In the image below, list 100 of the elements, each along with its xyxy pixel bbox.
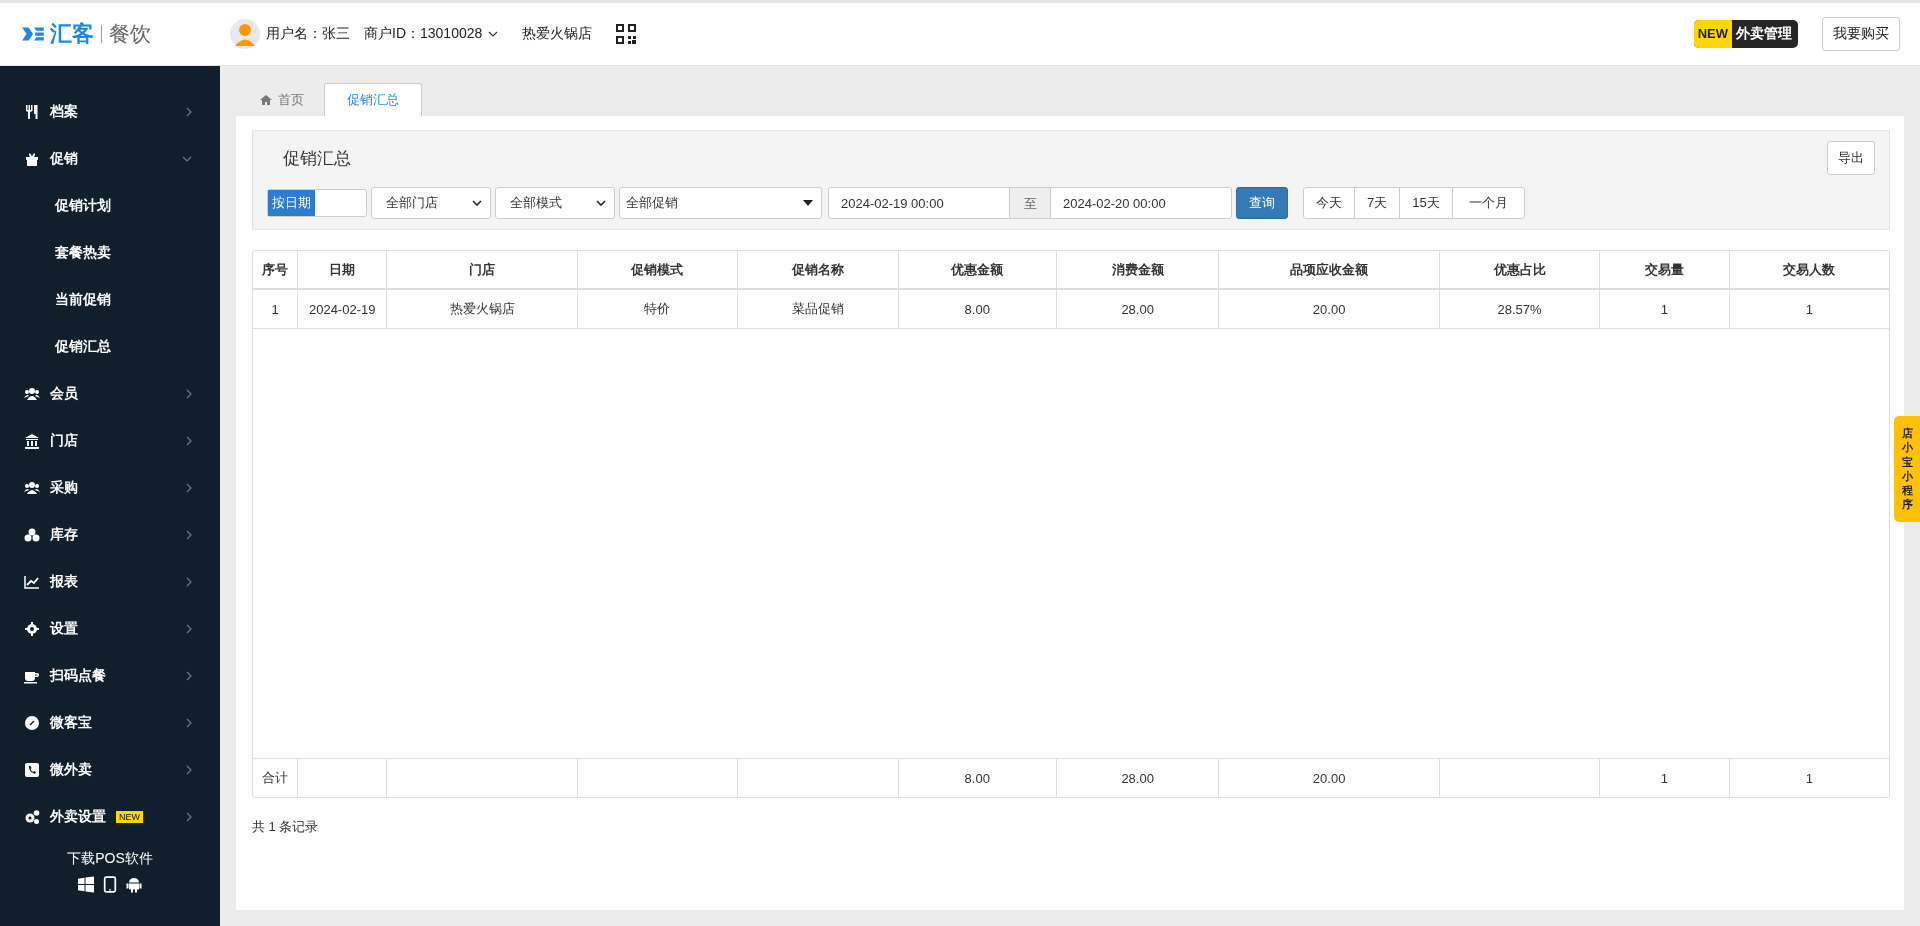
sidebar-label: 扫码点餐 [50,666,106,685]
sidebar-label: 门店 [50,431,78,450]
avatar-icon [230,19,260,49]
tab-label: 首页 [278,90,304,109]
sidebar-label: 会员 [50,384,78,403]
sidebar-subitem[interactable]: 促销计划 [0,182,220,229]
sidebar-subitem[interactable]: 当前促销 [0,276,220,323]
takeout-management-button[interactable]: NEW 外卖管理 [1693,20,1798,48]
new-badge: NEW [116,810,143,823]
tab[interactable]: 促销汇总 [324,83,422,116]
sidebar-item[interactable]: 库存 [0,511,220,558]
export-button[interactable]: 导出 [1827,141,1875,175]
sidebar-item[interactable]: 促销 [0,135,220,182]
table-cell: 2024-02-19 [308,301,376,317]
total-label: 合计 [262,769,289,787]
user-name: 用户名：张三 [266,25,350,43]
table-cell: 1 [271,301,279,317]
dropdown[interactable]: 全部门店 [371,187,491,219]
buy-button[interactable]: 我要购买 [1822,17,1900,51]
column-header: 序号 [261,260,290,279]
sidebar-label: 采购 [50,478,78,497]
date-mode-toggle[interactable]: 按日期 [267,189,367,217]
chevron-down-icon[interactable] [488,31,499,37]
sidebar-subitem[interactable]: 套餐热卖 [0,229,220,276]
table-cell: 1 [1805,301,1813,317]
dropdown[interactable]: 全部模式 [495,187,615,219]
range-separator: 至 [1010,187,1050,219]
sidebar-item[interactable]: 外卖设置 NEW [0,793,220,840]
chevron-down-icon [596,200,606,206]
sidebar-item[interactable]: 档案 [0,88,220,135]
column-header: 促销名称 [737,251,898,288]
query-button[interactable]: 查询 [1236,187,1288,219]
quick-range-button[interactable]: 15天 [1399,187,1453,219]
column-header: 优惠占比 [1438,251,1600,288]
total-cell: 1 [1805,770,1813,786]
sidebar-item[interactable]: 设置 [0,605,220,652]
new-badge: NEW [1693,20,1732,48]
merchant-id[interactable]: 商户ID：13010028 [364,25,483,43]
dropdown-value: 全部门店 [386,194,438,212]
tab-label: 促销汇总 [347,91,399,109]
sidebar-label: 外卖设置 [50,807,106,826]
column-header: 门店 [386,251,577,288]
dropdown-value: 全部促销 [626,194,678,212]
tab[interactable]: 首页 [248,83,324,116]
sidebar-item[interactable]: 微客宝 [0,699,220,746]
phone-icon [24,761,40,778]
sidebar-item[interactable]: 门店 [0,417,220,464]
dropdown[interactable]: 全部促销 [619,187,822,219]
sidebar-label: 库存 [50,525,78,544]
table-cell: 28.57% [1497,301,1542,317]
sidebar-label: 微客宝 [50,713,92,732]
caret-down-icon [803,200,813,206]
brand-name: 汇客 [50,20,94,48]
end-date-field[interactable]: 2024-02-20 00:00 [1050,187,1232,219]
start-date-field[interactable]: 2024-02-19 00:00 [828,187,1010,219]
table-cell: 20.00 [1312,301,1346,317]
sidebar-label: 设置 [50,619,78,638]
users-icon [24,479,40,496]
product-name: 餐饮 [109,21,151,47]
android-icon[interactable] [126,876,142,893]
quick-range-button[interactable]: 7天 [1354,187,1401,219]
column-header: 品项应收金额 [1218,251,1439,288]
toggle-label: 按日期 [268,190,315,216]
chart-icon [24,573,40,590]
sidebar-item[interactable]: 报表 [0,558,220,605]
sidebar-item[interactable]: 会员 [0,370,220,417]
table-cell: 热爱火锅店 [449,300,515,318]
total-cell: 1 [1660,770,1669,786]
quick-range-button[interactable]: 一个月 [1451,187,1525,219]
total-cell: 8.00 [964,770,990,786]
tablet-icon[interactable] [102,876,118,893]
qr-code-icon[interactable] [616,24,637,44]
column-header: 消费金额 [1055,251,1219,288]
store-name: 热爱火锅店 [522,25,593,43]
sidebar-item[interactable]: 微外卖 [0,746,220,793]
mini-program-side-tab[interactable]: 店小宝小程序 [1894,416,1920,522]
table-cell: 特价 [644,300,671,318]
table-cell: 1 [1660,301,1669,317]
dropdown-value: 全部模式 [510,194,562,212]
sidebar-subitem[interactable]: 促销汇总 [0,323,220,370]
users-icon [24,385,40,402]
column-header: 优惠金额 [897,251,1056,288]
sidebar-item[interactable]: 采购 [0,464,220,511]
column-header: 交易人数 [1728,251,1889,288]
table-cell: 菜品促销 [791,300,844,318]
quick-range-button[interactable]: 今天 [1303,187,1355,219]
sidebar-label: 促销 [50,149,78,168]
windows-icon[interactable] [78,876,94,893]
table-cell: 28.00 [1121,301,1154,317]
cubes-icon [24,526,40,543]
sidebar-label: 档案 [50,102,78,121]
sidebar-label: 微外卖 [50,760,92,779]
panel-title: 促销汇总 [282,147,351,170]
total-cell: 28.00 [1121,770,1154,786]
column-header: 交易量 [1599,251,1729,288]
column-header: 促销模式 [576,251,738,288]
sidebar-item[interactable]: 扫码点餐 [0,652,220,699]
sidebar-label: 报表 [50,572,78,591]
table-cell: 8.00 [964,301,990,317]
gears-icon [24,808,40,825]
